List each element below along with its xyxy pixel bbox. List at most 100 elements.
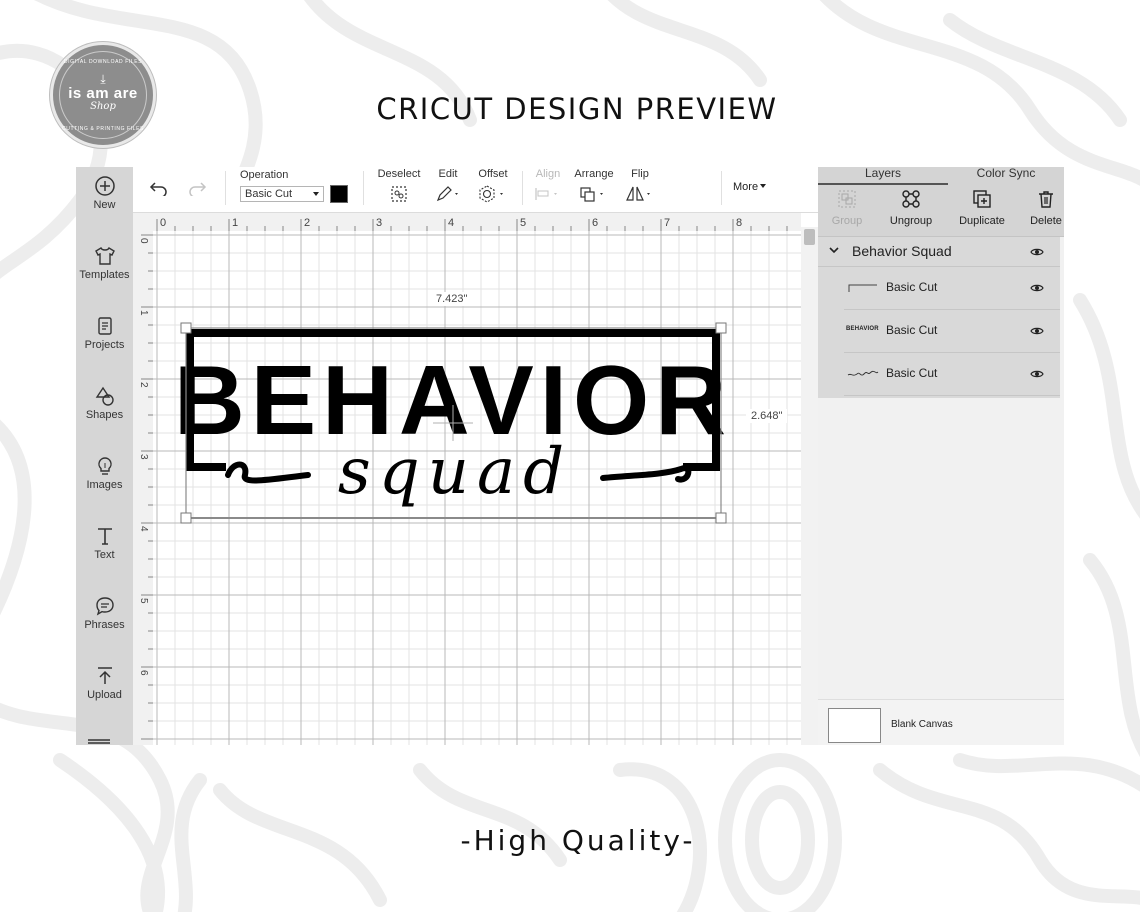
more-label: More bbox=[733, 181, 759, 193]
layer-thumbnail-squad bbox=[847, 370, 879, 376]
resize-handle[interactable] bbox=[715, 322, 727, 334]
sidebar-item-upload[interactable]: Upload bbox=[76, 665, 133, 725]
width-dimension-label: 7.423" bbox=[431, 292, 473, 306]
left-sidebar: New Templates Projects Shapes Images Tex… bbox=[76, 167, 133, 745]
sidebar-item-new[interactable]: New bbox=[76, 175, 133, 235]
resize-handle[interactable] bbox=[180, 322, 192, 334]
sidebar-item-label: Images bbox=[86, 479, 123, 491]
tab-color-sync[interactable]: Color Sync bbox=[948, 167, 1064, 185]
arrange-icon bbox=[579, 183, 609, 205]
design-canvas[interactable]: 0 1 2 3 4 5 6 7 8 0 1 2 3 4 5 6 BEHAVIOR… bbox=[133, 213, 801, 745]
lightbulb-icon bbox=[97, 457, 112, 475]
projects-icon bbox=[97, 317, 112, 335]
operation-label: Operation bbox=[240, 169, 289, 181]
layer-row-frame[interactable]: Basic Cut bbox=[844, 267, 1060, 310]
layer-row-squad[interactable]: Basic Cut bbox=[844, 353, 1060, 396]
arrange-button[interactable]: Arrange bbox=[573, 167, 615, 208]
design-text-squad: squad bbox=[338, 435, 572, 509]
operation-select[interactable]: Basic Cut bbox=[240, 186, 324, 202]
eye-icon[interactable] bbox=[1030, 369, 1044, 379]
eye-icon[interactable] bbox=[1030, 283, 1044, 293]
sidebar-item-text[interactable]: Text bbox=[76, 525, 133, 585]
undo-icon[interactable] bbox=[149, 180, 169, 196]
ungroup-button[interactable]: Ungroup bbox=[886, 189, 936, 227]
edit-button[interactable]: Edit bbox=[431, 167, 465, 208]
ruler-top-label: 5 bbox=[520, 217, 526, 229]
layer-row-behavior[interactable]: BEHAVIOR Basic Cut bbox=[844, 310, 1060, 353]
sidebar-item-projects[interactable]: Projects bbox=[76, 315, 133, 375]
sidebar-item-images[interactable]: Images bbox=[76, 455, 133, 515]
ruler-top-label: 4 bbox=[448, 217, 454, 229]
edit-label: Edit bbox=[438, 168, 458, 180]
delete-button[interactable]: Delete bbox=[1028, 189, 1064, 227]
ruler-left-label: 0 bbox=[138, 238, 149, 244]
top-toolbar: Operation Basic Cut Deselect Edit Offset… bbox=[133, 167, 818, 213]
operation-color-swatch[interactable] bbox=[330, 185, 348, 203]
left-ruler bbox=[133, 213, 153, 745]
ruler-top-label: 8 bbox=[736, 217, 742, 229]
toolbar-separator bbox=[721, 171, 722, 205]
chevron-down-icon[interactable] bbox=[829, 246, 839, 254]
upload-icon bbox=[97, 667, 112, 684]
deselect-icon bbox=[390, 183, 408, 205]
blank-canvas-swatch[interactable] bbox=[828, 708, 881, 743]
blank-canvas-label: Blank Canvas bbox=[891, 719, 953, 730]
canvas-vertical-scrollbar[interactable] bbox=[801, 227, 818, 745]
page-title: CRICUT DESIGN PREVIEW bbox=[376, 92, 778, 126]
sidebar-item-templates[interactable]: Templates bbox=[76, 245, 133, 305]
deselect-label: Deselect bbox=[377, 168, 421, 180]
toolbar-separator bbox=[225, 171, 226, 205]
tab-layers[interactable]: Layers bbox=[818, 167, 948, 185]
sidebar-item-label: Phrases bbox=[84, 619, 125, 631]
layer-thumbnail-frame bbox=[848, 284, 877, 292]
layers-panel: Layers Color Sync Group Ungroup Duplicat… bbox=[818, 167, 1064, 745]
sidebar-item-phrases[interactable]: Phrases bbox=[76, 595, 133, 655]
text-icon bbox=[97, 528, 112, 545]
duplicate-button[interactable]: Duplicate bbox=[956, 189, 1008, 227]
flip-icon bbox=[625, 183, 655, 205]
delete-label: Delete bbox=[1030, 215, 1062, 227]
arrange-label: Arrange bbox=[574, 168, 614, 180]
ruler-left-label: 2 bbox=[138, 382, 149, 388]
group-icon bbox=[838, 190, 856, 208]
eye-icon[interactable] bbox=[1030, 326, 1044, 336]
redo-icon[interactable] bbox=[187, 180, 207, 196]
pencil-icon bbox=[435, 183, 461, 205]
layer-name: Basic Cut bbox=[886, 323, 938, 337]
resize-handle[interactable] bbox=[715, 512, 727, 524]
align-button[interactable]: Align bbox=[531, 167, 565, 208]
offset-label: Offset bbox=[478, 168, 508, 180]
ruler-top-label: 0 bbox=[160, 217, 166, 229]
ruler-left-label: 4 bbox=[138, 526, 149, 532]
toolbar-separator bbox=[363, 171, 364, 205]
ruler-top-label: 2 bbox=[304, 217, 310, 229]
duplicate-icon bbox=[973, 190, 991, 208]
sidebar-item-label: Upload bbox=[87, 689, 122, 701]
ungroup-label: Ungroup bbox=[889, 215, 933, 227]
ruler-left-label: 1 bbox=[138, 310, 149, 316]
sidebar-item-shapes[interactable]: Shapes bbox=[76, 385, 133, 445]
resize-handle[interactable] bbox=[180, 512, 192, 524]
ungroup-icon bbox=[902, 190, 920, 208]
layer-list: Behavior Squad Basic Cut BEHAVIOR Basic … bbox=[818, 237, 1060, 398]
deselect-button[interactable]: Deselect bbox=[377, 167, 421, 208]
more-tools-icon[interactable] bbox=[88, 739, 110, 745]
sidebar-item-label: Text bbox=[94, 549, 115, 561]
layer-group-row[interactable]: Behavior Squad bbox=[818, 237, 1060, 267]
offset-button[interactable]: Offset bbox=[473, 167, 513, 208]
group-button[interactable]: Group bbox=[828, 189, 866, 227]
scrollbar-thumb[interactable] bbox=[804, 229, 815, 245]
sidebar-item-label: Projects bbox=[84, 339, 125, 351]
eye-icon[interactable] bbox=[1030, 247, 1044, 257]
sidebar-item-label: New bbox=[93, 199, 116, 211]
operation-value: Basic Cut bbox=[245, 188, 293, 200]
more-button[interactable]: More bbox=[733, 181, 767, 193]
align-icon bbox=[534, 183, 562, 205]
blank-canvas-row[interactable]: Blank Canvas bbox=[818, 699, 1064, 745]
sidebar-item-label: Shapes bbox=[85, 409, 124, 421]
ruler-left-label: 3 bbox=[138, 454, 149, 460]
chevron-down-icon bbox=[760, 184, 767, 188]
logo-arc-bottom-text: CUTTING & PRINTING FILES bbox=[62, 126, 144, 132]
chevron-down-icon bbox=[313, 192, 319, 196]
flip-button[interactable]: Flip bbox=[623, 167, 657, 208]
